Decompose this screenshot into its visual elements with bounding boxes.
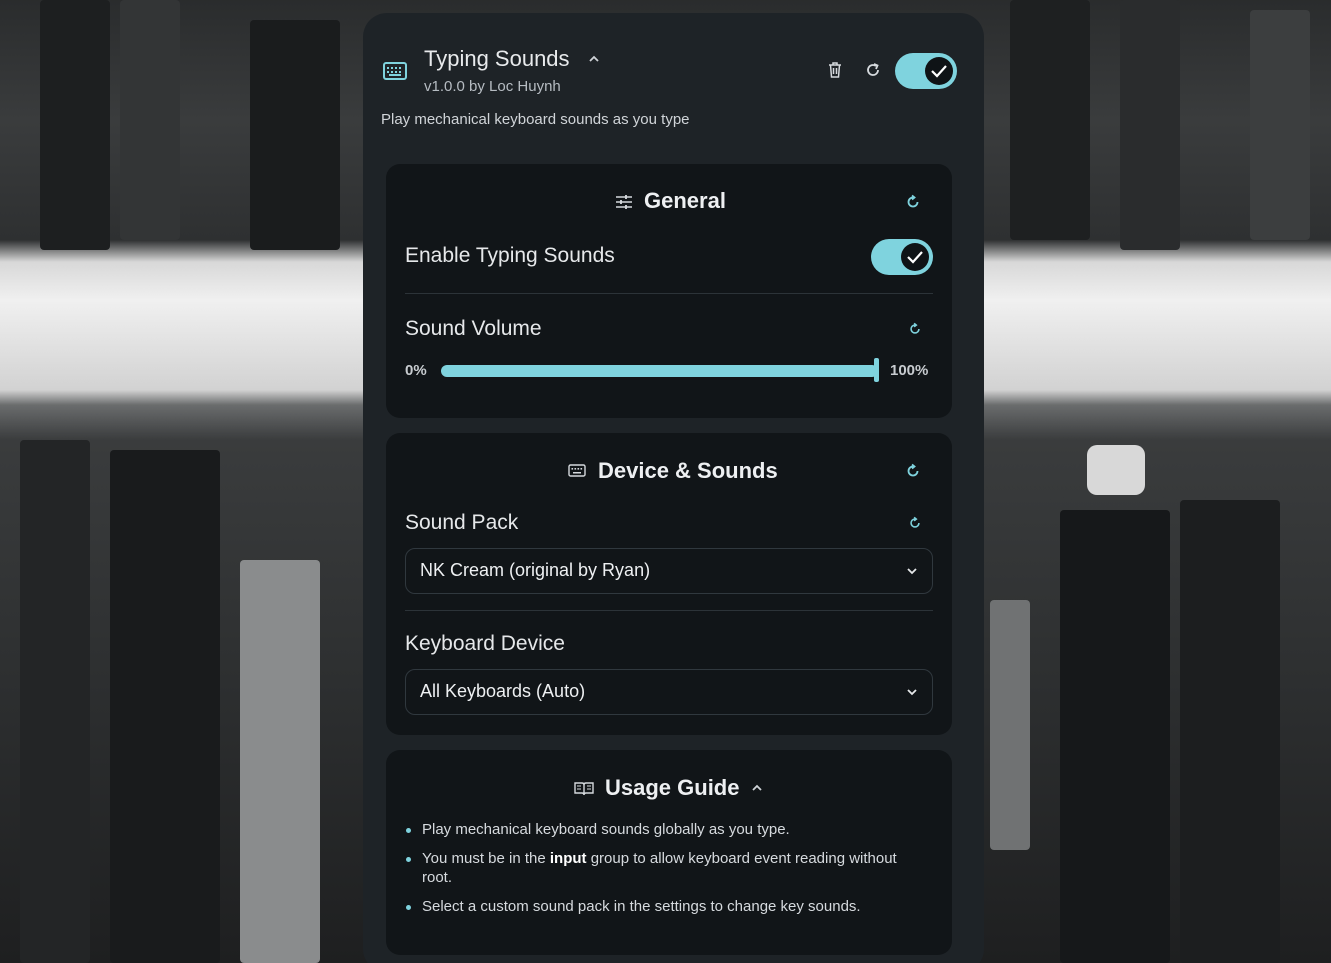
background-shape xyxy=(20,440,90,963)
sound-pack-value: NK Cream (original by Ryan) xyxy=(420,560,651,580)
sound-pack-label: Sound Pack xyxy=(405,511,519,534)
keyboard-icon xyxy=(568,464,586,477)
plugin-title[interactable]: Typing Sounds xyxy=(424,46,570,72)
keyboard-device-select[interactable]: All Keyboards (Auto) xyxy=(405,669,933,715)
volume-max-label: 100% xyxy=(890,362,929,379)
usage-guide-list: Play mechanical keyboard sounds globally… xyxy=(404,820,924,926)
usage-guide-title[interactable]: Usage Guide xyxy=(605,775,739,801)
volume-min-label: 0% xyxy=(405,362,427,379)
collapse-chevron-icon[interactable] xyxy=(751,783,763,793)
list-item: Play mechanical keyboard sounds globally… xyxy=(404,820,924,839)
background-shape xyxy=(990,600,1030,850)
background-shape xyxy=(110,450,220,963)
check-icon xyxy=(907,251,923,264)
plugin-version: v1.0.0 by Loc Huynh xyxy=(424,78,561,95)
reset-icon[interactable] xyxy=(905,194,921,210)
toggle-knob xyxy=(901,243,929,271)
reset-icon[interactable] xyxy=(905,463,921,479)
list-item-bold-text: input xyxy=(549,850,587,867)
volume-slider-thumb[interactable] xyxy=(874,358,879,382)
background-shape xyxy=(250,20,340,250)
keyboard-icon xyxy=(383,62,407,80)
list-item-text: You must be in the xyxy=(422,850,550,867)
plugin-description: Play mechanical keyboard sounds as you t… xyxy=(381,111,690,128)
list-item: Select a custom sound pack in the settin… xyxy=(404,897,924,916)
keyboard-device-value: All Keyboards (Auto) xyxy=(420,681,586,701)
book-icon xyxy=(574,782,594,796)
background-shape xyxy=(1060,510,1170,963)
volume-slider-track[interactable] xyxy=(441,365,878,377)
background-shape xyxy=(40,0,110,250)
enable-typing-sounds-label: Enable Typing Sounds xyxy=(405,244,615,267)
divider xyxy=(405,610,933,611)
background-shape xyxy=(120,0,180,240)
sound-pack-select[interactable]: NK Cream (original by Ryan) xyxy=(405,548,933,594)
chevron-down-icon xyxy=(907,689,917,696)
keyboard-device-label: Keyboard Device xyxy=(405,632,565,655)
enable-typing-sounds-toggle[interactable] xyxy=(871,239,933,275)
usage-guide-card: Usage Guide Play mechanical keyboard sou… xyxy=(386,750,952,955)
sound-volume-label: Sound Volume xyxy=(405,317,542,340)
list-item: You must be in the input group to allow … xyxy=(404,849,924,887)
reset-icon[interactable] xyxy=(908,516,922,530)
background-shape xyxy=(1250,10,1310,240)
background-shape xyxy=(1010,0,1090,240)
trash-icon[interactable] xyxy=(827,61,843,79)
device-sounds-title: Device & Sounds xyxy=(598,458,778,483)
sliders-icon xyxy=(616,195,632,209)
background-shape xyxy=(1087,445,1145,495)
device-sounds-card: Device & Sounds Sound Pack NK Cream (ori… xyxy=(386,433,952,735)
toggle-knob xyxy=(925,57,953,85)
general-title: General xyxy=(644,188,726,213)
list-item-text: Play mechanical keyboard sounds globally… xyxy=(422,821,790,838)
background-shape xyxy=(240,560,320,963)
divider xyxy=(405,293,933,294)
background-shape xyxy=(1120,0,1180,250)
reset-icon[interactable] xyxy=(908,322,922,336)
background-shape xyxy=(1180,500,1280,963)
collapse-chevron-icon[interactable] xyxy=(588,54,600,64)
plugin-enable-toggle[interactable] xyxy=(895,53,957,89)
check-icon xyxy=(931,65,947,78)
reload-icon[interactable] xyxy=(864,61,882,79)
list-item-text: Select a custom sound pack in the settin… xyxy=(422,898,861,915)
chevron-down-icon xyxy=(907,568,917,575)
general-card: General Enable Typing Sounds Sound Volum… xyxy=(386,164,952,418)
